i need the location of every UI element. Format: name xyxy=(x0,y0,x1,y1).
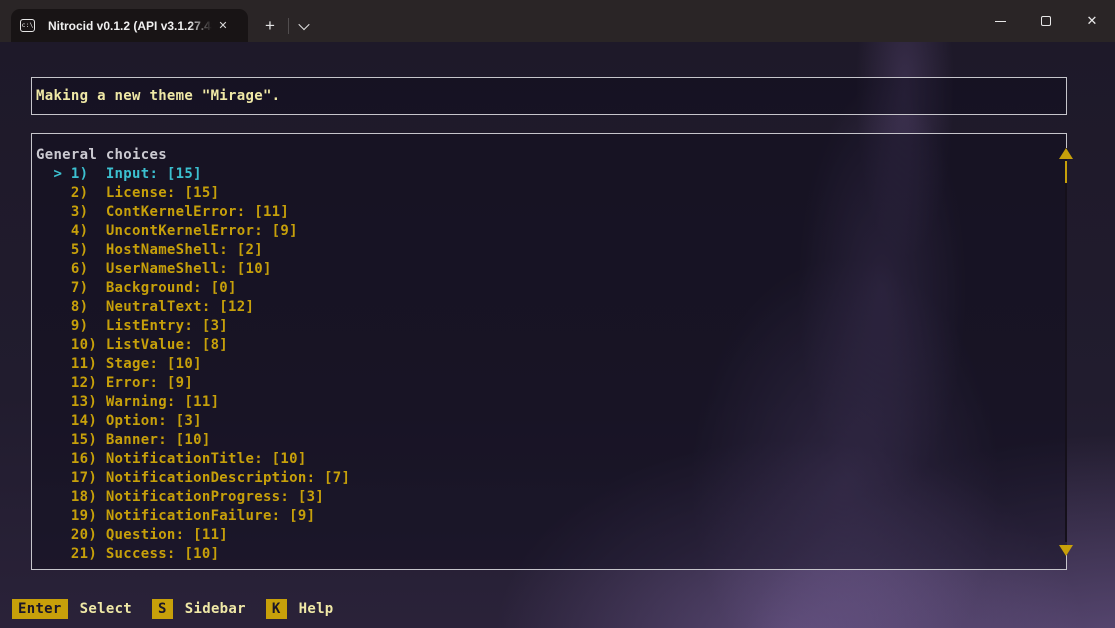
terminal-screen: Making a new theme "Mirage". General cho… xyxy=(0,42,1115,628)
chevron-down-icon xyxy=(298,18,309,29)
box-border-segment xyxy=(1066,555,1067,570)
maximize-icon xyxy=(1041,16,1051,26)
choice-item-20[interactable]: 20) Question: [11] xyxy=(36,526,1067,545)
choice-item-2[interactable]: 2) License: [15] xyxy=(36,184,1067,203)
choice-item-19[interactable]: 19) NotificationFailure: [9] xyxy=(36,507,1067,526)
key-badge[interactable]: Enter xyxy=(12,599,68,619)
close-icon: ✕ xyxy=(1087,13,1098,29)
titlebar: c:\ Nitrocid v0.1.2 (API v3.1.27.48) ✕ +… xyxy=(0,0,1115,42)
scrollbar-track xyxy=(1065,161,1067,542)
scroll-down-icon[interactable] xyxy=(1059,545,1073,556)
choice-item-7[interactable]: 7) Background: [0] xyxy=(36,279,1067,298)
minimize-button[interactable] xyxy=(977,0,1023,42)
choice-item-3[interactable]: 3) ContKernelError: [11] xyxy=(36,203,1067,222)
choice-item-6[interactable]: 6) UserNameShell: [10] xyxy=(36,260,1067,279)
tab-dropdown-button[interactable] xyxy=(289,9,319,42)
scrollbar-thumb xyxy=(1065,161,1067,183)
message-box: Making a new theme "Mirage". xyxy=(31,77,1067,115)
choice-item-13[interactable]: 13) Warning: [11] xyxy=(36,393,1067,412)
choice-item-18[interactable]: 18) NotificationProgress: [3] xyxy=(36,488,1067,507)
minimize-icon xyxy=(995,21,1006,22)
choice-item-4[interactable]: 4) UncontKernelError: [9] xyxy=(36,222,1067,241)
choice-item-14[interactable]: 14) Option: [3] xyxy=(36,412,1067,431)
choice-item-16[interactable]: 16) NotificationTitle: [10] xyxy=(36,450,1067,469)
choice-item-11[interactable]: 11) Stage: [10] xyxy=(36,355,1067,374)
choice-item-17[interactable]: 17) NotificationDescription: [7] xyxy=(36,469,1067,488)
tab-title: Nitrocid v0.1.2 (API v3.1.27.48) xyxy=(48,19,212,33)
key-label: Select xyxy=(80,600,132,619)
statusbar: Enter Select S Sidebar K Help xyxy=(12,599,354,619)
choice-item-10[interactable]: 10) ListValue: [8] xyxy=(36,336,1067,355)
choice-item-8[interactable]: 8) NeutralText: [12] xyxy=(36,298,1067,317)
box-border-segment xyxy=(1066,133,1067,148)
scroll-up-icon[interactable] xyxy=(1059,148,1073,159)
message-text: Making a new theme "Mirage". xyxy=(36,87,280,106)
choices-list: > 1) Input: [15] 2) License: [15] 3) Con… xyxy=(36,165,1067,564)
terminal-icon: c:\ xyxy=(20,19,35,32)
choice-item-12[interactable]: 12) Error: [9] xyxy=(36,374,1067,393)
terminal-window: c:\ Nitrocid v0.1.2 (API v3.1.27.48) ✕ +… xyxy=(0,0,1115,628)
key-badge[interactable]: K xyxy=(266,599,287,619)
window-controls: ✕ xyxy=(977,0,1115,42)
tab-nitrocid[interactable]: c:\ Nitrocid v0.1.2 (API v3.1.27.48) ✕ xyxy=(11,9,248,42)
maximize-button[interactable] xyxy=(1023,0,1069,42)
choice-item-5[interactable]: 5) HostNameShell: [2] xyxy=(36,241,1067,260)
key-binding: K Help xyxy=(266,599,334,619)
tab-close-icon[interactable]: ✕ xyxy=(214,17,232,35)
key-binding: S Sidebar xyxy=(152,599,246,619)
choice-item-1[interactable]: > 1) Input: [15] xyxy=(36,165,1067,184)
new-tab-button[interactable]: + xyxy=(252,9,288,42)
choices-box: General choices > 1) Input: [15] 2) Lice… xyxy=(31,133,1067,570)
choice-item-15[interactable]: 15) Banner: [10] xyxy=(36,431,1067,450)
key-binding: Enter Select xyxy=(12,599,132,619)
choices-title: General choices xyxy=(36,146,1067,165)
key-label: Help xyxy=(299,600,334,619)
key-badge[interactable]: S xyxy=(152,599,173,619)
close-button[interactable]: ✕ xyxy=(1069,0,1115,42)
key-label: Sidebar xyxy=(185,600,246,619)
choice-item-21[interactable]: 21) Success: [10] xyxy=(36,545,1067,564)
choice-item-9[interactable]: 9) ListEntry: [3] xyxy=(36,317,1067,336)
